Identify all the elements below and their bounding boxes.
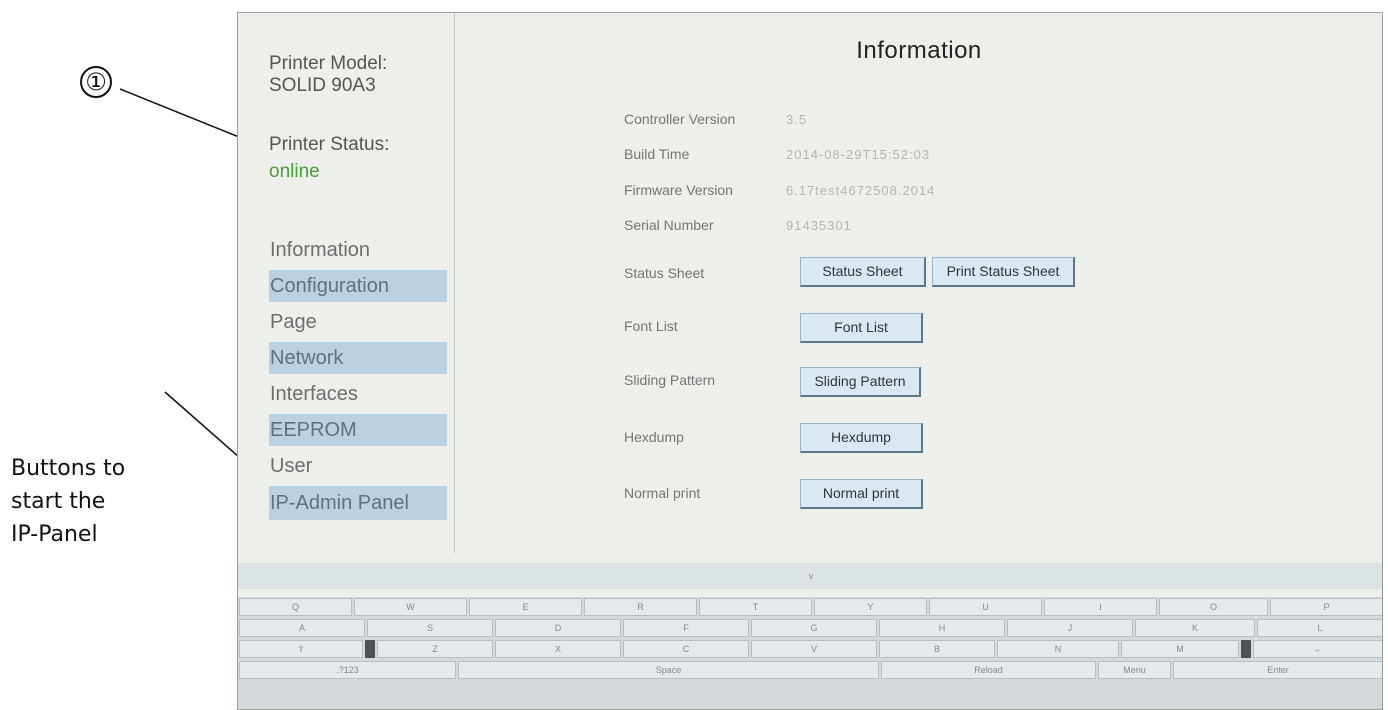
key-y[interactable]: Y: [814, 598, 927, 616]
key-space[interactable]: Space: [458, 661, 879, 679]
firmware-version-value: 6.17test4672508.2014: [786, 183, 936, 198]
keyboard-collapse-bar[interactable]: v: [238, 563, 1382, 589]
nav-interfaces[interactable]: Interfaces: [269, 378, 447, 410]
key-z[interactable]: Z: [377, 640, 493, 658]
key-q[interactable]: Q: [239, 598, 352, 616]
nav-information[interactable]: Information: [269, 234, 447, 266]
status-sheet-button[interactable]: Status Sheet: [800, 257, 926, 287]
build-time-label: Build Time: [624, 146, 690, 162]
nav-page[interactable]: Page: [269, 306, 447, 338]
key-i[interactable]: I: [1044, 598, 1157, 616]
serial-number-label: Serial Number: [624, 217, 714, 233]
key-reload[interactable]: Reload: [881, 661, 1096, 679]
key-p[interactable]: P: [1270, 598, 1382, 616]
printer-screen: Printer Model: SOLID 90A3 Printer Status…: [237, 12, 1383, 710]
nav-network[interactable]: Network: [269, 342, 447, 374]
hexdump-label: Hexdump: [624, 429, 684, 445]
font-list-label: Font List: [624, 318, 678, 334]
controller-version-label: Controller Version: [624, 111, 736, 127]
printer-model-value: SOLID 90A3: [269, 75, 376, 96]
sliding-pattern-button[interactable]: Sliding Pattern: [800, 367, 921, 397]
key-a[interactable]: A: [239, 619, 365, 637]
build-time-value: 2014-08-29T15:52:03: [786, 147, 931, 162]
caption-line: Buttons to: [11, 456, 126, 481]
printer-status-value: online: [269, 161, 320, 182]
page-title: Information: [856, 37, 982, 64]
hexdump-button[interactable]: Hexdump: [800, 423, 923, 453]
key-e[interactable]: E: [469, 598, 582, 616]
key-m[interactable]: M: [1121, 640, 1239, 658]
key-backspace[interactable]: ←: [1253, 640, 1382, 658]
key-b[interactable]: B: [879, 640, 995, 658]
printer-status-label: Printer Status:: [269, 134, 390, 155]
key-enter[interactable]: Enter: [1173, 661, 1382, 679]
key-h[interactable]: H: [879, 619, 1005, 637]
key-j[interactable]: J: [1007, 619, 1133, 637]
firmware-version-label: Firmware Version: [624, 182, 733, 198]
caption-line: start the: [11, 489, 106, 514]
key-g[interactable]: G: [751, 619, 877, 637]
sidebar: Printer Model: SOLID 90A3 Printer Status…: [238, 13, 455, 553]
status-sheet-label: Status Sheet: [624, 265, 705, 281]
caption-line: IP-Panel: [11, 522, 98, 547]
key-u[interactable]: U: [929, 598, 1042, 616]
key-menu[interactable]: Menu: [1098, 661, 1171, 679]
key-symbols[interactable]: .?123: [239, 661, 456, 679]
font-list-button[interactable]: Font List: [800, 313, 923, 343]
key-n[interactable]: N: [997, 640, 1119, 658]
key-w[interactable]: W: [354, 598, 467, 616]
callout-marker-1: ①: [80, 66, 112, 98]
key-separator: [365, 640, 375, 658]
key-separator: [1241, 640, 1251, 658]
serial-number-value: 91435301: [786, 218, 852, 233]
annotation-caption: Buttons to start the IP-Panel: [11, 452, 181, 551]
key-l[interactable]: L: [1257, 619, 1382, 637]
key-r[interactable]: R: [584, 598, 697, 616]
nav-user[interactable]: User: [269, 450, 447, 482]
nav-ip-admin-panel[interactable]: IP-Admin Panel: [269, 486, 447, 520]
nav-eeprom[interactable]: EEPROM: [269, 414, 447, 446]
nav-configuration[interactable]: Configuration: [269, 270, 447, 302]
controller-version-value: 3.5: [786, 112, 808, 127]
key-o[interactable]: O: [1159, 598, 1268, 616]
printer-model-label: Printer Model:: [269, 53, 388, 74]
sliding-pattern-label: Sliding Pattern: [624, 372, 716, 388]
key-c[interactable]: C: [623, 640, 749, 658]
key-f[interactable]: F: [623, 619, 749, 637]
print-status-sheet-button[interactable]: Print Status Sheet: [932, 257, 1075, 287]
key-t[interactable]: T: [699, 598, 812, 616]
on-screen-keyboard: Q W E R T Y U I O P A S D F G H J K L ⇧ …: [238, 597, 1382, 709]
key-d[interactable]: D: [495, 619, 621, 637]
sidebar-nav: Information Configuration Page Network I…: [269, 234, 447, 524]
key-v[interactable]: V: [751, 640, 877, 658]
key-x[interactable]: X: [495, 640, 621, 658]
normal-print-button[interactable]: Normal print: [800, 479, 923, 509]
key-shift[interactable]: ⇧: [239, 640, 363, 658]
key-k[interactable]: K: [1135, 619, 1255, 637]
normal-print-label: Normal print: [624, 485, 701, 501]
key-s[interactable]: S: [367, 619, 493, 637]
